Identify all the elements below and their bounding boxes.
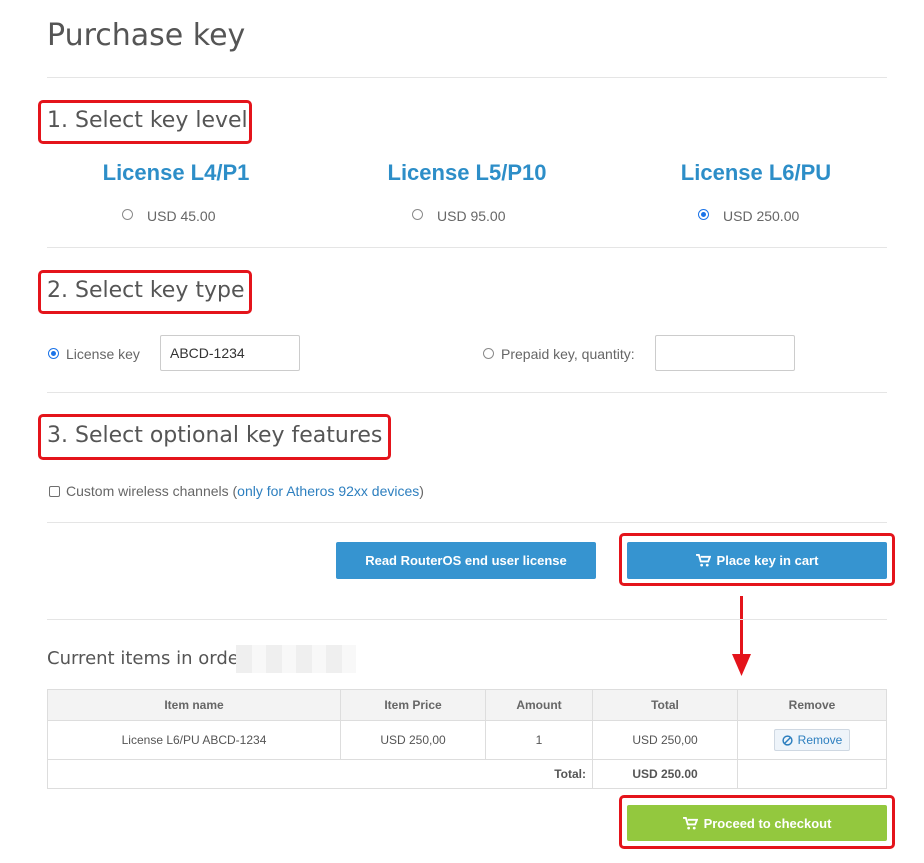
wireless-label: Custom wireless channels ( bbox=[66, 483, 238, 499]
col-item-name: Item name bbox=[47, 689, 341, 721]
step3-heading: 3. Select optional key features bbox=[47, 423, 383, 448]
cart-icon bbox=[682, 816, 698, 830]
read-license-button[interactable]: Read RouterOS end user license bbox=[336, 542, 596, 579]
redacted-block bbox=[236, 645, 356, 673]
order-title: Current items in order bbox=[47, 648, 247, 669]
license-l4-title: License L4/P1 bbox=[102, 160, 250, 185]
table-row: License L6/PU ABCD-1234 USD 250,00 1 USD… bbox=[47, 720, 887, 760]
total-value: USD 250.00 bbox=[592, 759, 738, 789]
arrow-down-icon bbox=[740, 596, 743, 658]
page-title: Purchase key bbox=[47, 18, 246, 53]
license-l6-title: License L6/PU bbox=[680, 160, 832, 185]
place-in-cart-button[interactable]: Place key in cart bbox=[627, 542, 887, 579]
checkout-label: Proceed to checkout bbox=[703, 815, 832, 831]
checkout-button[interactable]: Proceed to checkout bbox=[627, 805, 887, 841]
cell-total: USD 250,00 bbox=[592, 720, 738, 760]
license-l4-price: USD 45.00 bbox=[147, 208, 216, 224]
license-l5-radio[interactable] bbox=[412, 209, 423, 220]
license-l6-radio[interactable] bbox=[698, 209, 709, 220]
remove-button[interactable]: Remove bbox=[773, 729, 851, 751]
prepaid-key-radio[interactable] bbox=[483, 348, 494, 359]
step1-heading: 1. Select key level bbox=[47, 108, 248, 133]
divider bbox=[47, 522, 887, 523]
cell-amount: 1 bbox=[485, 720, 593, 760]
col-total: Total bbox=[592, 689, 738, 721]
cell-item-name: License L6/PU ABCD-1234 bbox=[47, 720, 341, 760]
license-key-radio[interactable] bbox=[48, 348, 59, 359]
divider bbox=[47, 392, 887, 393]
arrow-head-icon bbox=[732, 654, 751, 676]
wireless-option: Custom wireless channels (only for Ather… bbox=[66, 483, 424, 499]
license-key-input[interactable]: ABCD-1234 bbox=[160, 335, 300, 371]
atheros-link[interactable]: only for Atheros 92xx devices bbox=[237, 483, 419, 499]
divider bbox=[47, 77, 887, 78]
cell-remove: Remove bbox=[737, 720, 887, 760]
license-l4-radio[interactable] bbox=[122, 209, 133, 220]
total-label: Total: bbox=[47, 759, 593, 789]
read-license-label: Read RouterOS end user license bbox=[365, 553, 567, 568]
order-table: Item name Item Price Amount Total Remove… bbox=[47, 689, 887, 789]
col-amount: Amount bbox=[485, 689, 593, 721]
total-row: Total: USD 250.00 bbox=[47, 759, 887, 789]
ban-icon bbox=[782, 734, 793, 746]
license-l5-title: License L5/P10 bbox=[387, 160, 547, 185]
prepaid-key-label: Prepaid key, quantity: bbox=[501, 346, 635, 362]
divider bbox=[47, 619, 887, 620]
prepaid-quantity-input[interactable] bbox=[655, 335, 795, 371]
place-in-cart-label: Place key in cart bbox=[716, 553, 819, 568]
wireless-close: ) bbox=[419, 483, 424, 499]
total-empty bbox=[737, 759, 887, 789]
col-remove: Remove bbox=[737, 689, 887, 721]
license-key-label: License key bbox=[66, 346, 140, 362]
license-l5-price: USD 95.00 bbox=[437, 208, 506, 224]
col-item-price: Item Price bbox=[340, 689, 486, 721]
wireless-checkbox[interactable] bbox=[49, 486, 60, 497]
remove-label: Remove bbox=[797, 733, 843, 747]
step2-heading: 2. Select key type bbox=[47, 278, 245, 303]
license-l6-price: USD 250.00 bbox=[723, 208, 800, 224]
divider bbox=[47, 247, 887, 248]
cart-icon bbox=[695, 554, 711, 567]
cell-item-price: USD 250,00 bbox=[340, 720, 486, 760]
